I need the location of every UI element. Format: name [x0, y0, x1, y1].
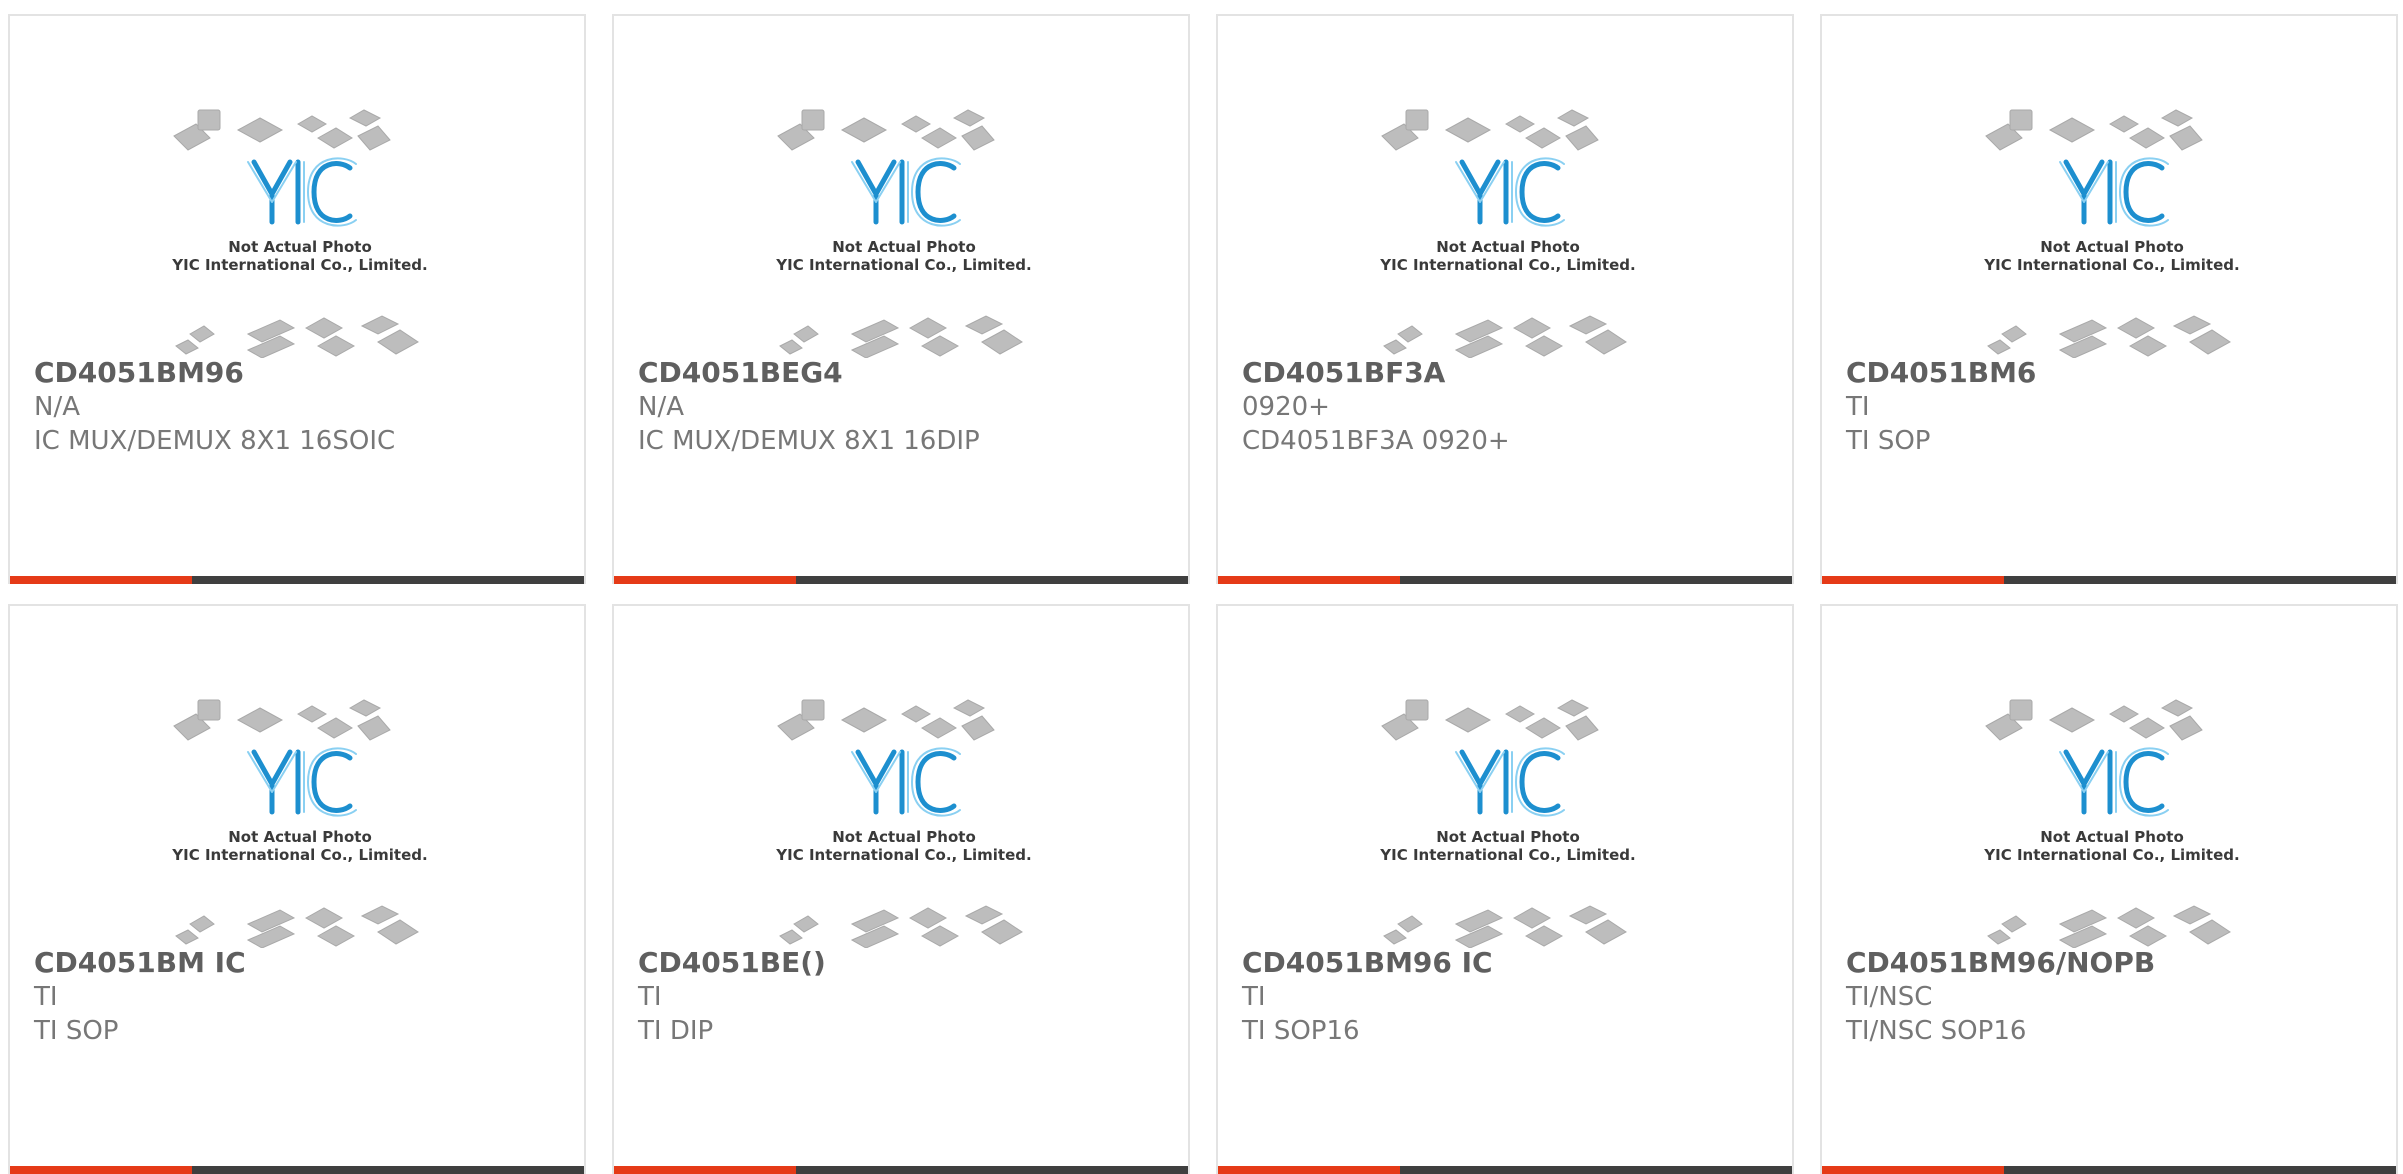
placeholder-line1: Not Actual Photo	[1436, 238, 1580, 256]
product-card[interactable]: Not Actual Photo YIC International Co., …	[8, 14, 586, 584]
placeholder-photo-icon: Not Actual Photo YIC International Co., …	[171, 109, 428, 358]
card-accent	[1822, 576, 2004, 584]
product-photo[interactable]: Not Actual Photo YIC International Co., …	[1376, 692, 1640, 948]
placeholder-line1: Not Actual Photo	[2040, 238, 2184, 256]
product-photo[interactable]: Not Actual Photo YIC International Co., …	[1376, 102, 1640, 358]
product-manufacturer: 0920+	[1242, 392, 1330, 422]
placeholder-photo-icon: Not Actual Photo YIC International Co., …	[1379, 699, 1636, 948]
card-footer-bar	[1218, 576, 1792, 584]
product-part-number[interactable]: CD4051BM96/NOPB	[1846, 946, 2366, 980]
product-info: CD4051BM6 TI TI SOP	[1846, 356, 2366, 458]
product-photo[interactable]: Not Actual Photo YIC International Co., …	[168, 692, 432, 948]
placeholder-line2: YIC International Co., Limited.	[1983, 256, 2239, 274]
placeholder-line2: YIC International Co., Limited.	[171, 256, 427, 274]
product-manufacturer: TI	[638, 982, 662, 1012]
product-manufacturer: N/A	[638, 392, 684, 422]
placeholder-photo-icon: Not Actual Photo YIC International Co., …	[775, 699, 1032, 948]
product-photo[interactable]: Not Actual Photo YIC International Co., …	[772, 102, 1036, 358]
card-accent	[10, 576, 192, 584]
placeholder-line2: YIC International Co., Limited.	[775, 256, 1031, 274]
product-card[interactable]: Not Actual Photo YIC International Co., …	[1216, 14, 1794, 584]
placeholder-photo-icon: Not Actual Photo YIC International Co., …	[171, 699, 428, 948]
card-accent	[1218, 576, 1400, 584]
placeholder-line1: Not Actual Photo	[228, 238, 372, 256]
product-info: CD4051BM96 N/A IC MUX/DEMUX 8X1 16SOIC	[34, 356, 554, 458]
placeholder-line1: Not Actual Photo	[832, 828, 976, 846]
card-accent	[614, 576, 796, 584]
placeholder-line2: YIC International Co., Limited.	[1379, 256, 1635, 274]
product-part-number[interactable]: CD4051BM96	[34, 356, 554, 390]
product-info: CD4051BF3A 0920+ CD4051BF3A 0920+	[1242, 356, 1762, 458]
product-info: CD4051BM96 IC TI TI SOP16	[1242, 946, 1762, 1048]
placeholder-photo-icon: Not Actual Photo YIC International Co., …	[1983, 699, 2240, 948]
product-info: CD4051BM IC TI TI SOP	[34, 946, 554, 1048]
product-description: TI SOP16	[1242, 1016, 1360, 1046]
card-accent	[614, 1166, 796, 1174]
product-card[interactable]: Not Actual Photo YIC International Co., …	[8, 604, 586, 1174]
product-manufacturer: TI	[1242, 982, 1266, 1012]
placeholder-line1: Not Actual Photo	[228, 828, 372, 846]
placeholder-line2: YIC International Co., Limited.	[1983, 846, 2239, 864]
card-accent	[1218, 1166, 1400, 1174]
product-photo[interactable]: Not Actual Photo YIC International Co., …	[168, 102, 432, 358]
product-description: CD4051BF3A 0920+	[1242, 426, 1510, 456]
product-part-number[interactable]: CD4051BE()	[638, 946, 1158, 980]
placeholder-line2: YIC International Co., Limited.	[1379, 846, 1635, 864]
product-part-number[interactable]: CD4051BM IC	[34, 946, 554, 980]
product-card[interactable]: Not Actual Photo YIC International Co., …	[612, 14, 1190, 584]
placeholder-photo-icon: Not Actual Photo YIC International Co., …	[1983, 109, 2240, 358]
product-photo[interactable]: Not Actual Photo YIC International Co., …	[772, 692, 1036, 948]
product-description: TI SOP	[34, 1016, 119, 1046]
product-description: TI SOP	[1846, 426, 1931, 456]
product-description: IC MUX/DEMUX 8X1 16SOIC	[34, 426, 396, 456]
product-description: IC MUX/DEMUX 8X1 16DIP	[638, 426, 980, 456]
product-part-number[interactable]: CD4051BEG4	[638, 356, 1158, 390]
placeholder-line2: YIC International Co., Limited.	[171, 846, 427, 864]
product-card[interactable]: Not Actual Photo YIC International Co., …	[1216, 604, 1794, 1174]
product-description: TI/NSC SOP16	[1846, 1016, 2027, 1046]
placeholder-line1: Not Actual Photo	[2040, 828, 2184, 846]
placeholder-photo-icon: Not Actual Photo YIC International Co., …	[1379, 109, 1636, 358]
placeholder-photo-icon: Not Actual Photo YIC International Co., …	[775, 109, 1032, 358]
product-description: TI DIP	[638, 1016, 714, 1046]
card-footer-bar	[1822, 576, 2396, 584]
card-footer-bar	[1218, 1166, 1792, 1174]
product-manufacturer: TI/NSC	[1846, 982, 1933, 1012]
product-photo[interactable]: Not Actual Photo YIC International Co., …	[1980, 102, 2244, 358]
product-manufacturer: TI	[1846, 392, 1870, 422]
placeholder-line1: Not Actual Photo	[1436, 828, 1580, 846]
product-info: CD4051BM96/NOPB TI/NSC TI/NSC SOP16	[1846, 946, 2366, 1048]
card-footer-bar	[1822, 1166, 2396, 1174]
product-info: CD4051BE() TI TI DIP	[638, 946, 1158, 1048]
product-manufacturer: N/A	[34, 392, 80, 422]
product-part-number[interactable]: CD4051BM96 IC	[1242, 946, 1762, 980]
card-accent	[1822, 1166, 2004, 1174]
product-card[interactable]: Not Actual Photo YIC International Co., …	[1820, 14, 2398, 584]
product-grid: Not Actual Photo YIC International Co., …	[8, 14, 2403, 1174]
card-footer-bar	[10, 576, 584, 584]
card-accent	[10, 1166, 192, 1174]
card-footer-bar	[614, 576, 1188, 584]
product-info: CD4051BEG4 N/A IC MUX/DEMUX 8X1 16DIP	[638, 356, 1158, 458]
product-photo[interactable]: Not Actual Photo YIC International Co., …	[1980, 692, 2244, 948]
product-part-number[interactable]: CD4051BM6	[1846, 356, 2366, 390]
product-card[interactable]: Not Actual Photo YIC International Co., …	[612, 604, 1190, 1174]
product-card[interactable]: Not Actual Photo YIC International Co., …	[1820, 604, 2398, 1174]
card-footer-bar	[10, 1166, 584, 1174]
card-footer-bar	[614, 1166, 1188, 1174]
product-part-number[interactable]: CD4051BF3A	[1242, 356, 1762, 390]
placeholder-line1: Not Actual Photo	[832, 238, 976, 256]
placeholder-line2: YIC International Co., Limited.	[775, 846, 1031, 864]
product-manufacturer: TI	[34, 982, 58, 1012]
